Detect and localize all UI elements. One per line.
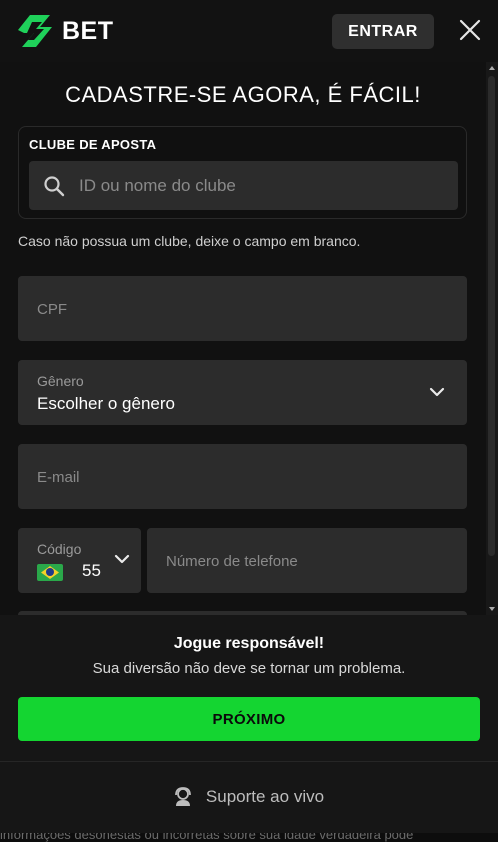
email-field[interactable]: E-mail xyxy=(18,444,467,509)
country-code-select[interactable]: Código 55 xyxy=(18,528,141,593)
phone-number-field[interactable]: Número de telefone xyxy=(147,528,467,593)
chevron-down-icon xyxy=(429,387,445,397)
phone-number-placeholder: Número de telefone xyxy=(166,553,298,570)
responsible-text: Sua diversão não deve se tornar um probl… xyxy=(92,660,406,677)
search-icon xyxy=(44,176,65,197)
club-hint: Caso não possua um clube, deixe o campo … xyxy=(18,233,361,249)
header: BET ENTRAR xyxy=(0,0,498,62)
brazil-flag-icon xyxy=(37,564,63,581)
support-agent-icon xyxy=(175,787,191,806)
club-search-input[interactable]: ID ou nome do clube xyxy=(29,161,458,210)
close-icon[interactable] xyxy=(458,18,482,42)
country-code-value: 55 xyxy=(82,561,101,580)
club-search-placeholder: ID ou nome do clube xyxy=(79,176,236,195)
club-label: CLUBE DE APOSTA xyxy=(29,137,157,152)
background-disclaimer-text: informações desonestas ou incorretas sob… xyxy=(0,833,414,842)
gender-label: Gênero xyxy=(37,373,84,389)
scrollbar[interactable] xyxy=(486,62,498,615)
next-button[interactable]: PRÓXIMO xyxy=(18,697,480,741)
club-section: CLUBE DE APOSTA ID ou nome do clube xyxy=(18,126,467,219)
divider xyxy=(0,761,498,762)
scroll-up-icon[interactable] xyxy=(489,66,495,70)
scrollbar-thumb[interactable] xyxy=(488,76,495,556)
chevron-down-icon xyxy=(114,554,130,564)
login-button[interactable]: ENTRAR xyxy=(332,14,434,49)
live-support-link[interactable]: Suporte ao vivo xyxy=(0,780,498,814)
scroll-down-icon[interactable] xyxy=(489,607,495,611)
footer: Jogue responsável! Sua diversão não deve… xyxy=(0,615,498,833)
background-disclaimer: informações desonestas ou incorretas sob… xyxy=(0,833,498,842)
gender-value: Escolher o gênero xyxy=(37,394,175,413)
page-title: CADASTRE-SE AGORA, É FÁCIL! xyxy=(65,82,421,107)
brand-logo[interactable]: BET xyxy=(16,12,114,50)
brand-name: BET xyxy=(62,16,114,45)
country-code-label: Código xyxy=(37,541,82,557)
cpf-placeholder: CPF xyxy=(37,301,67,318)
email-placeholder: E-mail xyxy=(37,469,80,486)
responsible-title: Jogue responsável! xyxy=(173,635,325,652)
registration-form[interactable]: CADASTRE-SE AGORA, É FÁCIL! CLUBE DE APO… xyxy=(0,62,498,615)
logo-icon xyxy=(18,15,52,47)
gender-select[interactable]: Gênero Escolher o gênero xyxy=(18,360,467,425)
cpf-field[interactable]: CPF xyxy=(18,276,467,341)
live-support-label: Suporte ao vivo xyxy=(205,787,325,806)
